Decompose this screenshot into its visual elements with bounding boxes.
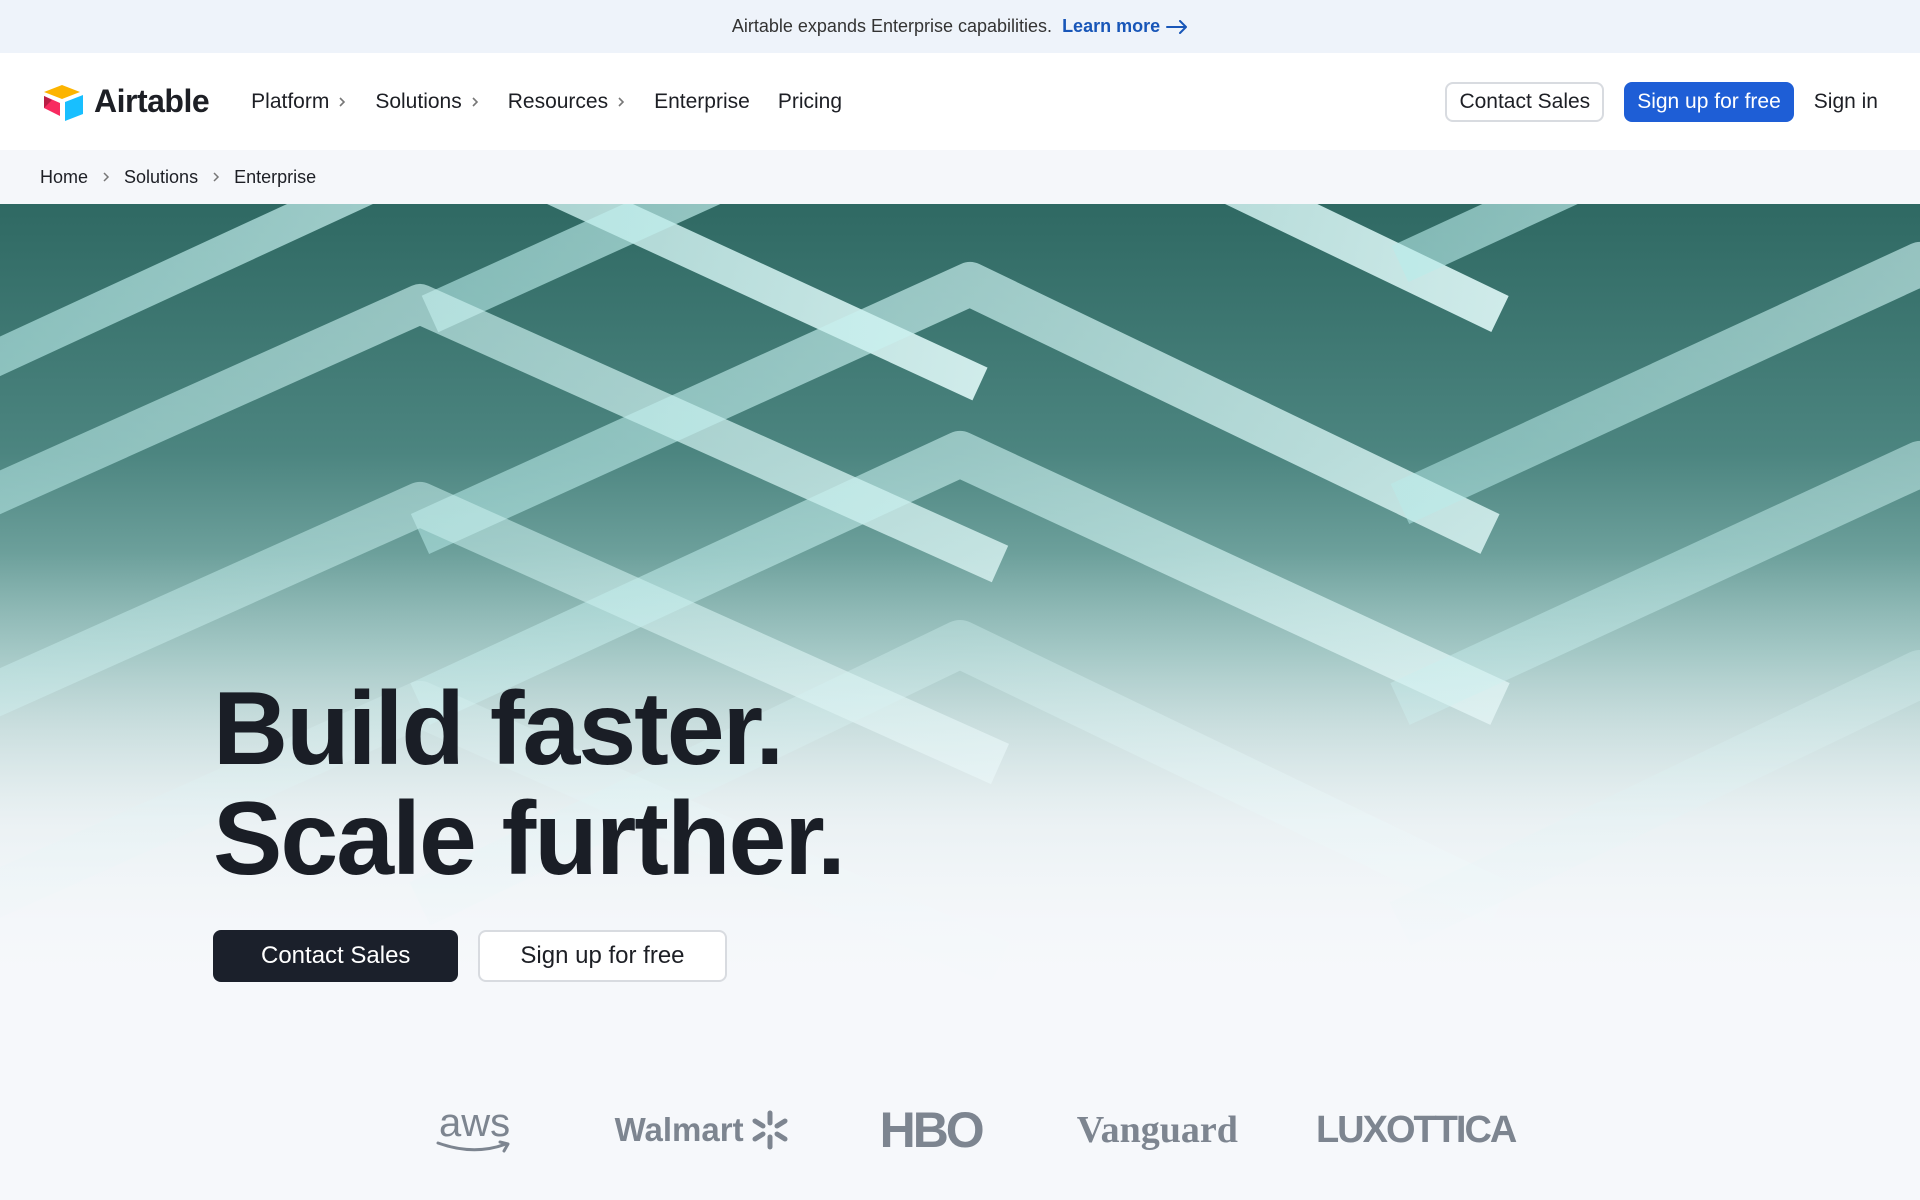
customer-logos: aws Walmart HBO Vanguard LUXOTTICA bbox=[0, 1100, 1920, 1160]
site-header: Airtable Platform Solutions Resources En… bbox=[0, 53, 1920, 150]
chevron-right-icon bbox=[472, 96, 478, 107]
nav-platform-label: Platform bbox=[251, 89, 330, 113]
header-contact-sales-button[interactable]: Contact Sales bbox=[1445, 81, 1605, 122]
airtable-logo-icon bbox=[44, 84, 83, 121]
hero-title-line-2: Scale further. bbox=[213, 781, 846, 897]
nav-platform[interactable]: Platform bbox=[251, 90, 347, 114]
walmart-logo: Walmart bbox=[615, 1110, 790, 1150]
nav-resources-label: Resources bbox=[507, 89, 609, 113]
nav-enterprise-label: Enterprise bbox=[654, 89, 750, 113]
nav-solutions[interactable]: Solutions bbox=[375, 90, 479, 114]
banner-text: Airtable expands Enterprise capabilities… bbox=[731, 16, 1053, 36]
hero-cta-group: Contact Sales Sign up for free bbox=[213, 930, 727, 982]
header-signup-button[interactable]: Sign up for free bbox=[1624, 81, 1794, 122]
header-actions: Contact Sales Sign up for free Sign in bbox=[1445, 81, 1878, 122]
aws-logo-text: aws bbox=[439, 1101, 511, 1145]
nav-enterprise[interactable]: Enterprise bbox=[654, 90, 750, 114]
signin-link[interactable]: Sign in bbox=[1814, 90, 1878, 114]
breadcrumb: Home Solutions Enterprise bbox=[0, 150, 1920, 204]
banner-learn-more-link[interactable]: Learn more bbox=[1062, 16, 1188, 37]
airtable-logo-link[interactable]: Airtable bbox=[42, 83, 210, 121]
nav-resources[interactable]: Resources bbox=[508, 90, 626, 114]
aws-logo: aws bbox=[405, 1101, 545, 1154]
chevron-right-icon bbox=[213, 172, 220, 182]
aws-smile-icon bbox=[436, 1140, 510, 1153]
breadcrumb-home[interactable]: Home bbox=[40, 167, 88, 188]
arrow-right-icon bbox=[1166, 19, 1188, 34]
hero-contact-sales-button[interactable]: Contact Sales bbox=[213, 930, 459, 982]
luxottica-logo: LUXOTTICA bbox=[1315, 1108, 1517, 1151]
breadcrumb-enterprise[interactable]: Enterprise bbox=[234, 167, 316, 188]
announcement-banner: Airtable expands Enterprise capabilities… bbox=[0, 0, 1920, 53]
hero-section: Build faster. Scale further. Contact Sal… bbox=[0, 204, 1920, 1200]
walmart-logo-text: Walmart bbox=[614, 1111, 744, 1148]
hero-title-line-1: Build faster. bbox=[213, 671, 784, 787]
walmart-spark-icon bbox=[752, 1110, 788, 1150]
hero-signup-button[interactable]: Sign up for free bbox=[478, 930, 727, 982]
chevron-right-icon bbox=[618, 96, 625, 107]
main-nav: Platform Solutions Resources Enterprise … bbox=[251, 90, 842, 114]
brand-wordmark: Airtable bbox=[94, 83, 210, 119]
vanguard-logo: Vanguard bbox=[1076, 1109, 1238, 1151]
hero-title: Build faster. Scale further. bbox=[213, 671, 846, 897]
hbo-logo: HBO bbox=[879, 1102, 985, 1158]
nav-pricing-label: Pricing bbox=[777, 89, 843, 113]
breadcrumb-solutions[interactable]: Solutions bbox=[124, 167, 198, 188]
chevron-right-icon bbox=[103, 172, 110, 182]
nav-solutions-label: Solutions bbox=[375, 89, 462, 113]
nav-pricing[interactable]: Pricing bbox=[778, 90, 842, 114]
banner-learn-more-label: Learn more bbox=[1062, 16, 1161, 36]
chevron-right-icon bbox=[339, 96, 346, 107]
